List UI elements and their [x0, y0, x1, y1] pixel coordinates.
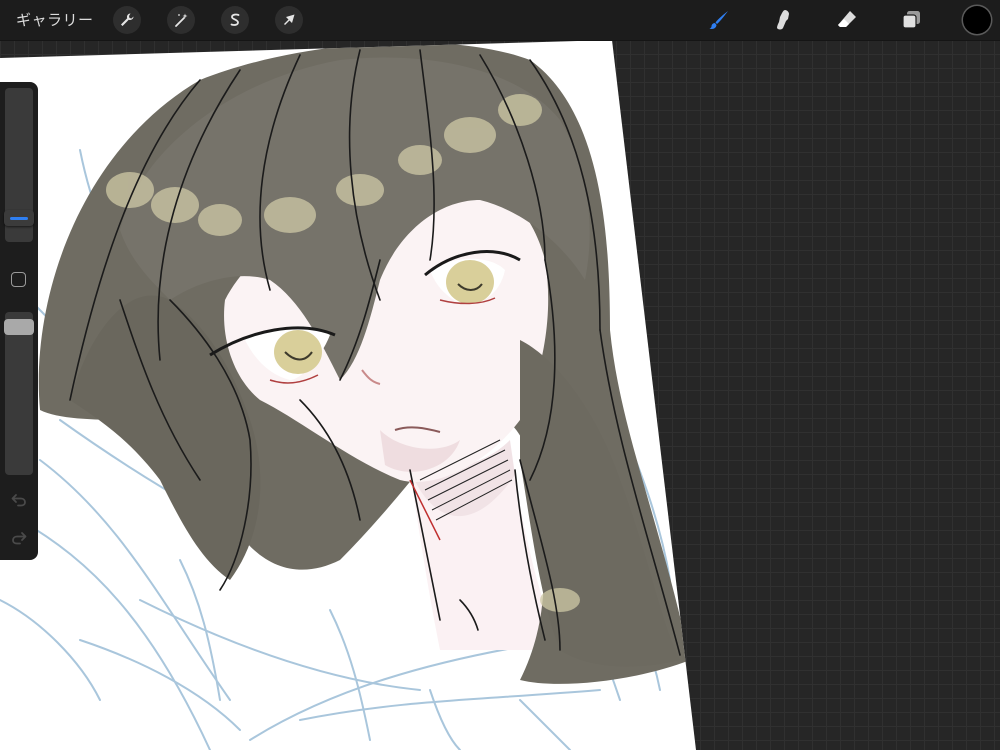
undo-button[interactable]	[9, 490, 29, 510]
redo-icon	[12, 532, 27, 545]
smudge-tool-button[interactable]	[769, 6, 797, 34]
layers-icon	[902, 11, 920, 29]
brush-tool-button[interactable]	[705, 6, 733, 34]
redo-button[interactable]	[9, 528, 29, 548]
brush-icon	[709, 11, 728, 29]
undo-icon	[11, 494, 26, 507]
artwork[interactable]	[0, 0, 1000, 750]
adjustments-button[interactable]	[167, 6, 195, 34]
brush-opacity-knob[interactable]	[4, 319, 34, 335]
transform-button[interactable]	[275, 6, 303, 34]
selection-button[interactable]	[221, 6, 249, 34]
eraser-tool-button[interactable]	[833, 6, 861, 34]
brush-opacity-slider[interactable]	[5, 312, 33, 475]
eraser-icon	[838, 11, 856, 27]
brush-size-knob[interactable]	[4, 210, 34, 226]
wrench-icon	[121, 13, 134, 26]
arrow-cursor-icon	[284, 14, 295, 25]
canvas[interactable]	[0, 0, 1000, 750]
procreate-app: ギャラリー	[0, 0, 1000, 750]
smudge-icon	[777, 10, 789, 30]
gallery-button[interactable]: ギャラリー	[16, 0, 94, 40]
layers-button[interactable]	[897, 6, 925, 34]
magic-wand-icon	[175, 13, 188, 27]
color-picker-button[interactable]	[963, 6, 991, 34]
top-toolbar: ギャラリー	[0, 0, 1000, 41]
actions-button[interactable]	[113, 6, 141, 34]
modify-button[interactable]	[11, 272, 26, 287]
sidebar	[0, 82, 38, 560]
selection-s-icon	[230, 13, 240, 26]
